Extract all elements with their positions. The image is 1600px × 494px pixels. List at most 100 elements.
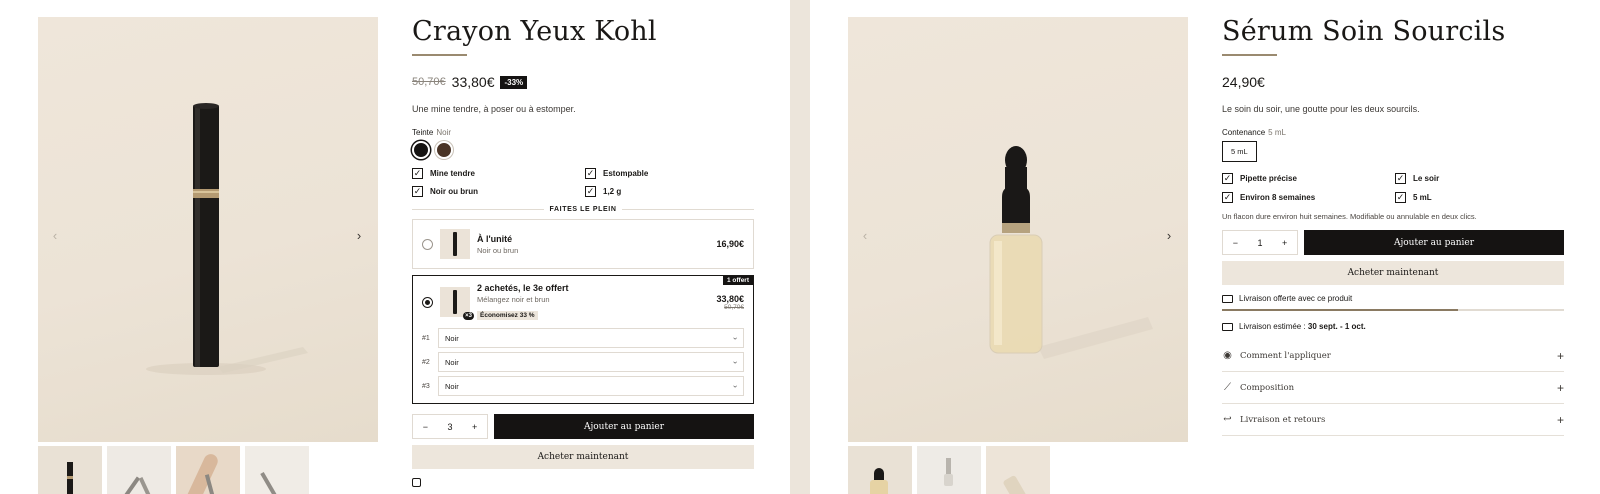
prev-image-arrow-icon[interactable]: ‹ [858, 229, 872, 243]
offer-thumbnail: ×3 [440, 287, 474, 320]
size-option-button[interactable]: 5 mL [1222, 141, 1257, 162]
product-info: Sérum Soin Sourcils 24,90€ Le soin du so… [1222, 0, 1564, 436]
bundle-select-row: #1 Noir › [413, 328, 753, 348]
serum-bottle-image [989, 146, 1153, 359]
feature-list: ✓ Pipette précise ✓ Le soir ✓ Environ 8 sem… [1222, 173, 1564, 203]
thumbnail-4[interactable] [245, 446, 309, 494]
price-row: 24,90€ [1222, 74, 1564, 90]
feature-item: ✓ Estompable [585, 168, 758, 179]
qty-value[interactable]: 3 [447, 422, 452, 432]
feature-item: ✓ Pipette précise [1222, 173, 1395, 184]
offer-bundle[interactable]: 1 offert ×3 2 achetés, le 3e offert Méla… [412, 275, 754, 404]
shade-select-3[interactable]: Noir › [438, 376, 744, 396]
quantity-badge: ×3 [463, 312, 474, 320]
free-shipping-progress [1222, 309, 1564, 311]
shade-select-1[interactable]: Noir › [438, 328, 744, 348]
prev-image-arrow-icon[interactable]: ‹ [48, 229, 62, 243]
shade-label-text: Teinte [412, 128, 434, 137]
thumbnail-3[interactable] [986, 446, 1050, 494]
thumbnail-1[interactable] [38, 446, 102, 494]
offer-name: À l'unité [477, 233, 513, 244]
feature-label: Noir ou brun [430, 187, 478, 196]
current-price: 33,80€ [451, 74, 495, 90]
kohl-pencil-image [146, 103, 308, 375]
feature-label: 1,2 g [603, 187, 622, 196]
check-icon: ✓ [1222, 192, 1233, 203]
free-item-tag: 1 offert [722, 276, 753, 285]
next-image-arrow-icon[interactable]: › [1162, 229, 1176, 243]
eye-icon: ◉ [1223, 350, 1232, 361]
check-icon: ✓ [1395, 173, 1406, 184]
thumbnail-2[interactable] [107, 446, 171, 494]
accordion-shipping-returns[interactable]: ↩ Livraison et retours + [1222, 404, 1564, 436]
shade-swatches [412, 141, 754, 159]
qty-decrease-button[interactable]: − [423, 422, 428, 432]
checkbox-icon[interactable] [412, 478, 421, 487]
feature-item: ✓ 1,2 g [585, 186, 758, 197]
add-to-cart-button[interactable]: Ajouter au panier [1304, 230, 1564, 255]
buy-now-button[interactable]: Acheter maintenant [412, 445, 754, 469]
plus-icon: + [1556, 412, 1564, 427]
qty-value[interactable]: 1 [1257, 238, 1262, 248]
free-shipping-row: Livraison offerte avec ce produit [1222, 294, 1564, 303]
return-arrow-icon: ↩ [1223, 414, 1232, 425]
select-index: #1 [422, 334, 430, 342]
accordion-how-to-apply[interactable]: ◉ Comment l'appliquer + [1222, 340, 1564, 372]
accordion-label: Livraison et retours [1240, 414, 1326, 425]
product-main-image: ‹ › [848, 17, 1188, 442]
add-to-cart-button[interactable]: Ajouter au panier [494, 414, 754, 439]
product-main-image: ‹ › [38, 17, 378, 442]
accordion-composition[interactable]: ⟋ Composition + [1222, 372, 1564, 404]
offer-subtitle: Noir ou brun [477, 245, 519, 255]
title-divider [1222, 54, 1277, 56]
cut-off-row [412, 478, 754, 487]
product-title: Crayon Yeux Kohl [412, 16, 657, 47]
check-icon: ✓ [1222, 173, 1233, 184]
old-price: 50,70€ [412, 76, 446, 88]
feature-list: ✓ Mine tendre ✓ Estompable ✓ Noir ou brun ✓… [412, 168, 754, 197]
offer-subtitle: Mélangez noir et brun [477, 294, 550, 304]
feature-label: Environ 8 semaines [1240, 193, 1316, 202]
bundle-select-row: #2 Noir › [413, 352, 753, 372]
swatch-brun[interactable] [435, 141, 453, 159]
select-value: Noir [445, 357, 459, 367]
thumbnail-3[interactable] [176, 446, 240, 494]
shade-select-2[interactable]: Noir › [438, 352, 744, 372]
offer-old-price: 50,70€ [724, 303, 744, 311]
cart-row: − 1 + Ajouter au panier [1222, 230, 1564, 255]
accordion-label: Comment l'appliquer [1240, 350, 1331, 361]
offer-radio[interactable] [422, 238, 433, 250]
product-panel-serum: ‹ › Sérum Soin Sourcils 24,90€ Le soin d… [810, 0, 1600, 494]
thumbnail-2[interactable] [917, 446, 981, 494]
cart-row: − 3 + Ajouter au panier [412, 414, 754, 439]
swatch-noir[interactable] [412, 141, 430, 159]
quantity-stepper: − 1 + [1222, 230, 1298, 255]
select-value: Noir [445, 333, 459, 343]
chevron-down-icon: › [731, 336, 741, 340]
qty-decrease-button[interactable]: − [1233, 238, 1238, 248]
buy-now-button[interactable]: Acheter maintenant [1222, 261, 1564, 285]
feature-label: 5 mL [1413, 193, 1432, 202]
qty-increase-button[interactable]: + [1282, 238, 1287, 248]
subscription-note: Un flacon dure environ huit semaines. Mo… [1222, 212, 1477, 221]
select-index: #2 [422, 358, 430, 366]
qty-increase-button[interactable]: + [472, 422, 477, 432]
plus-icon: + [1556, 348, 1564, 363]
offer-radio-selected[interactable] [422, 296, 433, 308]
offer-single[interactable]: À l'unité Noir ou brun 16,90€ [412, 219, 754, 269]
delivery-dates: 30 sept. - 1 oct. [1307, 322, 1366, 331]
size-label: Contenance 5 mL [1222, 128, 1564, 137]
dropper-icon: ⟋ [1224, 382, 1231, 393]
chevron-down-icon: › [731, 384, 741, 388]
bundle-heading-text: FAITES LE PLEIN [549, 206, 617, 213]
thumbnail-1[interactable] [848, 446, 912, 494]
feature-item: ✓ Mine tendre [412, 168, 585, 179]
bundle-heading: FAITES LE PLEIN [412, 206, 755, 213]
check-icon: ✓ [412, 168, 423, 179]
feature-item: ✓ Environ 8 semaines [1222, 192, 1395, 203]
bundle-select-row: #3 Noir › [413, 376, 753, 396]
next-image-arrow-icon[interactable]: › [352, 229, 366, 243]
feature-label: Pipette précise [1240, 174, 1297, 183]
offer-price: 33,80€ [716, 293, 744, 304]
check-icon: ✓ [585, 168, 596, 179]
